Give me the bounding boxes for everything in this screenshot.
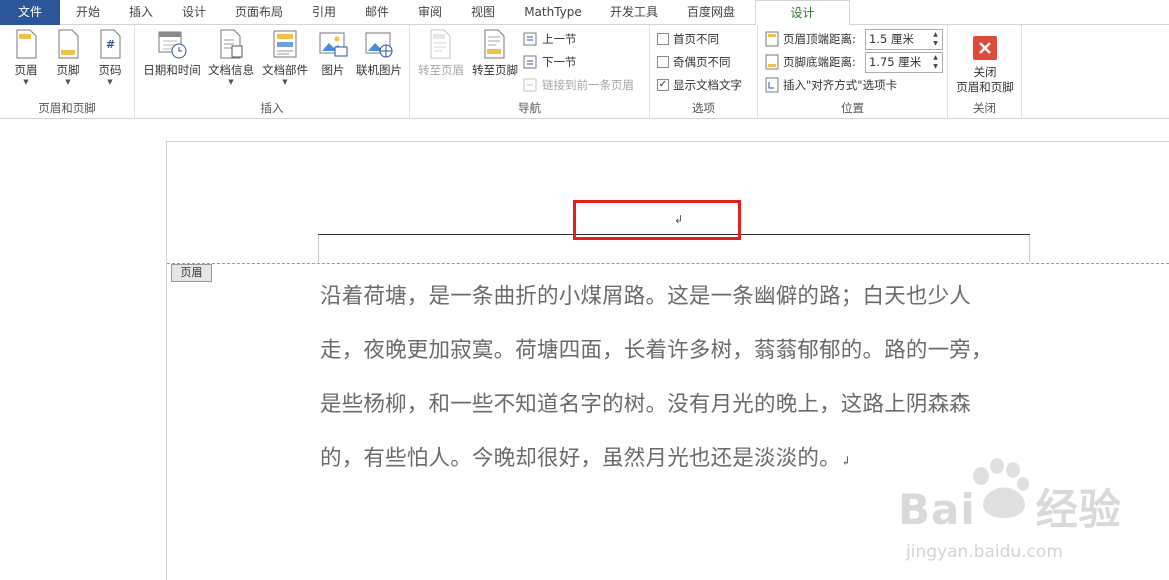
picture-icon	[319, 32, 348, 57]
dropdown-arrow-icon: ▼	[65, 78, 71, 86]
different-odd-even-checkbox[interactable]: 奇偶页不同	[657, 52, 731, 72]
group-label: 页眉和页脚	[38, 101, 96, 115]
next-section-icon	[523, 55, 537, 69]
tab-view[interactable]: 视图	[459, 0, 507, 25]
group-options: 首页不同 奇偶页不同 ✓ 显示文档文字 选项	[650, 25, 758, 119]
dropdown-arrow-icon: ▼	[282, 78, 288, 86]
dropdown-arrow-icon: ▼	[107, 78, 113, 86]
different-first-page-checkbox[interactable]: 首页不同	[657, 29, 719, 49]
tab-mathtype[interactable]: MathType	[513, 0, 593, 25]
page-number-button[interactable]: # 页码 ▼	[92, 29, 128, 87]
highlight-annotation-box	[573, 200, 741, 240]
online-picture-button[interactable]: 联机图片	[353, 29, 405, 78]
footer-bottom-distance-spinner[interactable]: 1.75 厘米 ▲ ▼	[865, 52, 943, 73]
ribbon: 页眉 ▼ 页脚 ▼ # 页码 ▼ 页眉和页脚 日期和时间 文档信息 ▼ 文档部件…	[0, 25, 1169, 119]
header-top-distance-label: 页眉顶端距离:	[765, 29, 856, 49]
tab-baidu-netdisk[interactable]: 百度网盘	[676, 0, 746, 25]
group-close: 关闭 页眉和页脚 关闭	[948, 25, 1022, 119]
group-label: 位置	[841, 101, 864, 115]
tab-review[interactable]: 审阅	[406, 0, 454, 25]
link-icon	[523, 78, 537, 92]
page-number-icon: #	[100, 29, 121, 59]
spin-down-icon[interactable]: ▼	[930, 62, 941, 71]
picture-button[interactable]: 图片	[315, 29, 351, 78]
text-line: 沿着荷塘，是一条曲折的小煤屑路。这是一条幽僻的路；白天也少人	[320, 284, 972, 309]
dropdown-arrow-icon: ▼	[228, 78, 234, 86]
calendar-clock-icon	[158, 31, 187, 59]
header-separator-line	[167, 263, 1169, 264]
goto-footer-icon	[484, 29, 505, 59]
svg-text:#: #	[106, 38, 115, 51]
insert-align-tab-button[interactable]: 插入"对齐方式"选项卡	[765, 75, 897, 95]
goto-footer-button[interactable]: 转至页脚	[468, 29, 522, 78]
link-to-previous-button[interactable]: 链接到前一条页眉	[522, 75, 634, 95]
tab-insert[interactable]: 插入	[117, 0, 165, 25]
header-distance-icon	[765, 31, 779, 47]
goto-header-button[interactable]: 转至页眉	[414, 29, 468, 78]
previous-section-icon	[523, 32, 537, 46]
document-info-icon	[220, 29, 243, 59]
show-document-text-checkbox[interactable]: ✓ 显示文档文字	[657, 75, 742, 95]
header-tag-label: 页眉	[171, 264, 212, 282]
ribbon-tab-bar: 文件 开始 插入 设计 页面布局 引用 邮件 审阅 视图 MathType 开发…	[0, 0, 1169, 26]
tab-references[interactable]: 引用	[300, 0, 348, 25]
tab-mailings[interactable]: 邮件	[353, 0, 401, 25]
group-label: 插入	[260, 101, 284, 115]
prev-section-button[interactable]: 上一节	[522, 29, 577, 49]
tab-design[interactable]: 设计	[170, 0, 218, 25]
group-header-footer: 页眉 ▼ 页脚 ▼ # 页码 ▼ 页眉和页脚	[0, 25, 135, 119]
watermark-url: jingyan.baidu.com	[906, 542, 1063, 562]
group-label: 关闭	[973, 101, 996, 115]
group-label: 导航	[518, 101, 541, 115]
group-insert: 日期和时间 文档信息 ▼ 文档部件 ▼ 图片 联机图片 插入	[135, 25, 410, 119]
online-picture-icon	[365, 32, 393, 58]
footer-button[interactable]: 页脚 ▼	[50, 29, 86, 87]
goto-header-icon	[430, 29, 451, 59]
next-section-button[interactable]: 下一节	[522, 52, 577, 72]
dropdown-arrow-icon: ▼	[23, 78, 29, 86]
document-parts-icon	[273, 30, 297, 58]
checkbox-checked[interactable]: ✓	[657, 79, 669, 91]
close-header-footer-button[interactable]: 关闭 页眉和页脚	[951, 29, 1019, 95]
doc-parts-button[interactable]: 文档部件 ▼	[257, 29, 313, 87]
tab-developer[interactable]: 开发工具	[599, 0, 669, 25]
paragraph-mark: ↲	[840, 454, 852, 468]
doc-info-button[interactable]: 文档信息 ▼	[205, 29, 257, 87]
align-tab-icon	[765, 77, 779, 93]
tab-header-footer-design[interactable]: 设计	[755, 0, 850, 26]
header-icon	[16, 29, 37, 59]
group-navigation: 转至页眉 转至页脚 上一节 下一节 链接到前一条页眉 导航	[410, 25, 650, 119]
footer-bottom-distance-label: 页脚底端距离:	[765, 52, 856, 72]
spin-down-icon[interactable]: ▼	[930, 39, 941, 48]
close-icon	[973, 36, 997, 60]
text-line: 走，夜晚更加寂寞。荷塘四面，长着许多树，蓊蓊郁郁的。路的一旁，	[320, 338, 993, 363]
footer-distance-icon	[765, 54, 779, 70]
spin-up-icon[interactable]: ▲	[930, 30, 941, 39]
watermark-brand: Bai 经验	[898, 485, 1122, 534]
checkbox-unchecked[interactable]	[657, 56, 669, 68]
tab-file[interactable]: 文件	[0, 0, 60, 25]
group-position: 页眉顶端距离: 1.5 厘米 ▲ ▼ 页脚底端距离: 1.75 厘米 ▲ ▼ 插…	[758, 25, 948, 119]
footer-icon	[58, 29, 79, 59]
spin-up-icon[interactable]: ▲	[930, 53, 941, 62]
header-button[interactable]: 页眉 ▼	[8, 29, 44, 87]
group-label: 选项	[692, 101, 715, 115]
datetime-button[interactable]: 日期和时间	[139, 29, 205, 78]
checkbox-unchecked[interactable]	[657, 33, 669, 45]
tab-home[interactable]: 开始	[64, 0, 112, 25]
text-line: 是些杨柳，和一些不知道名字的树。没有月光的晚上，这路上阴森森	[320, 392, 972, 417]
header-top-distance-spinner[interactable]: 1.5 厘米 ▲ ▼	[865, 29, 943, 50]
tab-page-layout[interactable]: 页面布局	[224, 0, 294, 25]
